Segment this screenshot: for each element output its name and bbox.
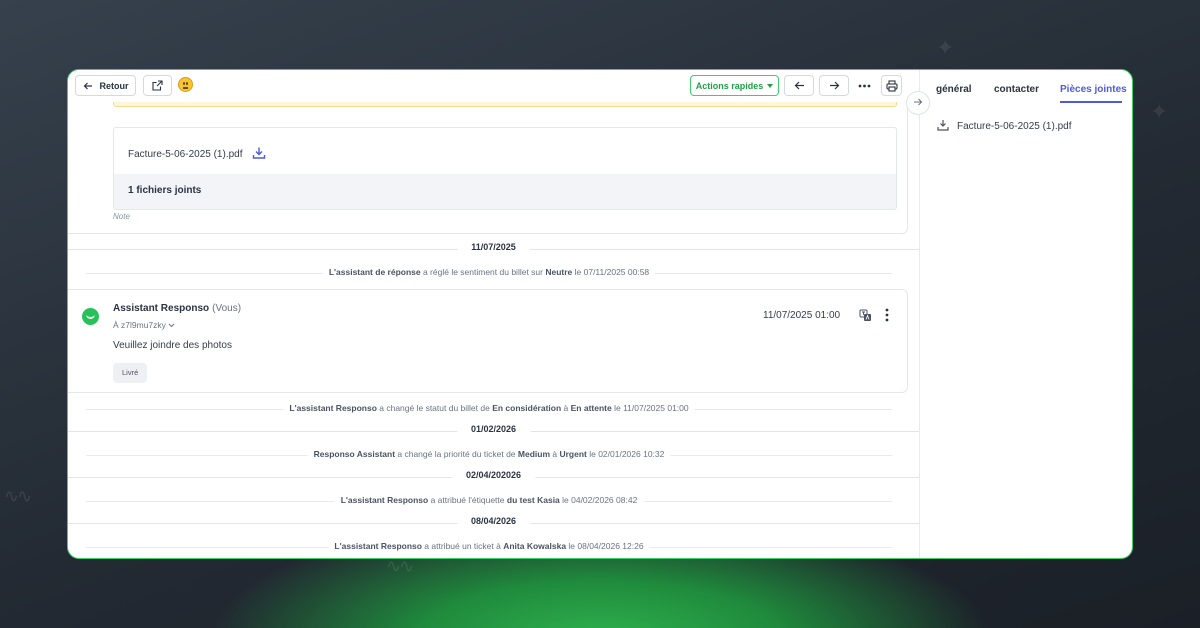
external-link-icon (152, 80, 163, 91)
attachment-count: 1 fichiers joints (114, 174, 896, 209)
toolbar: Retour Actions rapides (68, 70, 919, 102)
next-ticket-button[interactable] (819, 75, 849, 96)
message-author: Assistant Responso (Vous) (113, 303, 242, 314)
message-tag[interactable]: Livré (113, 363, 148, 383)
timeline-event: Responso Assistant a changé la priorité … (86, 448, 892, 462)
sentiment-emoji-icon[interactable] (178, 77, 193, 92)
translate-icon[interactable] (859, 309, 872, 327)
more-vertical-icon[interactable] (885, 308, 889, 327)
warning-banner (113, 102, 897, 107)
arrow-left-icon (83, 81, 93, 91)
more-horizontal-icon (858, 84, 871, 88)
download-icon[interactable] (252, 146, 266, 163)
previous-ticket-button[interactable] (784, 75, 814, 96)
tab-contact[interactable]: contacter (994, 84, 1039, 95)
date-separator: 02/04/202026 (68, 470, 919, 484)
arrow-left-icon (794, 80, 805, 91)
tab-general[interactable]: général (936, 84, 972, 95)
sparkle-decoration: ✦ (936, 36, 955, 61)
date-label: 11/07/2025 (457, 242, 530, 252)
attachment-box: Facture-5-06-2025 (1).pdf 1 fichiers joi… (113, 127, 897, 210)
date-separator: 11/07/2025 (68, 242, 919, 256)
back-label: Retour (99, 80, 129, 91)
date-label: 02/04/202026 (451, 470, 536, 480)
print-button[interactable] (881, 75, 902, 96)
message-recipient[interactable]: À z7l9mu7zky (113, 320, 175, 330)
squiggle-decoration: ∿∿ (4, 486, 32, 507)
date-label: 01/02/2026 (456, 424, 531, 434)
date-separator: 08/04/2026 (68, 516, 919, 530)
details-sidebar: général contacter Pièces jointes Facture… (919, 70, 1132, 558)
note-label: Note (113, 212, 130, 221)
date-separator: 01/02/2026 (68, 424, 919, 438)
back-button[interactable]: Retour (75, 75, 136, 96)
sparkle-decoration: ✦ (1150, 100, 1169, 125)
squiggle-decoration: ∿∿ (386, 556, 414, 577)
message-timestamp: 11/07/2025 01:00 (763, 310, 841, 321)
sidebar-attachment-filename[interactable]: Facture-5-06-2025 (1).pdf (957, 121, 1072, 132)
arrow-right-icon (829, 80, 840, 91)
timeline-event: L'assistant Responso a attribué l'étique… (86, 494, 892, 508)
message-card: Assistant Responso (Vous) À z7l9mu7zky Ve… (68, 289, 908, 393)
active-tab-indicator (1060, 101, 1122, 103)
note-card: Facture-5-06-2025 (1).pdf 1 fichiers joi… (68, 102, 908, 234)
chevron-down-icon (168, 320, 175, 330)
sidebar-attachment-item[interactable]: Facture-5-06-2025 (1).pdf (937, 119, 1072, 134)
collapse-sidebar-button[interactable] (906, 91, 930, 115)
caret-down-icon (767, 83, 774, 88)
sidebar-tabs: général contacter Pièces jointes (920, 70, 1132, 104)
quick-actions-button[interactable]: Actions rapides (690, 75, 779, 96)
timeline-event: L'assistant Responso a attribué un ticke… (86, 540, 892, 554)
tab-attachments[interactable]: Pièces jointes (1060, 84, 1127, 95)
timeline-event: L'assistant Responso a changé le statut … (86, 402, 892, 416)
quick-actions-label: Actions rapides (695, 80, 764, 91)
download-icon[interactable] (937, 119, 949, 134)
ticket-window: Facture-5-06-2025 (1).pdf 1 fichiers joi… (67, 69, 1133, 559)
attachment-filename[interactable]: Facture-5-06-2025 (1).pdf (128, 149, 243, 160)
attachment-item[interactable]: Facture-5-06-2025 (1).pdf (128, 146, 266, 163)
avatar (82, 308, 99, 325)
timeline-event: L'assistant de réponse a réglé le sentim… (86, 266, 892, 280)
arrow-right-icon (913, 94, 923, 112)
more-options-button[interactable] (854, 75, 875, 96)
message-body: Veuillez joindre des photos (113, 340, 232, 351)
open-external-button[interactable] (143, 75, 172, 96)
ticket-main-panel: Facture-5-06-2025 (1).pdf 1 fichiers joi… (68, 70, 919, 558)
printer-icon (885, 79, 898, 92)
date-label: 08/04/2026 (456, 516, 531, 526)
